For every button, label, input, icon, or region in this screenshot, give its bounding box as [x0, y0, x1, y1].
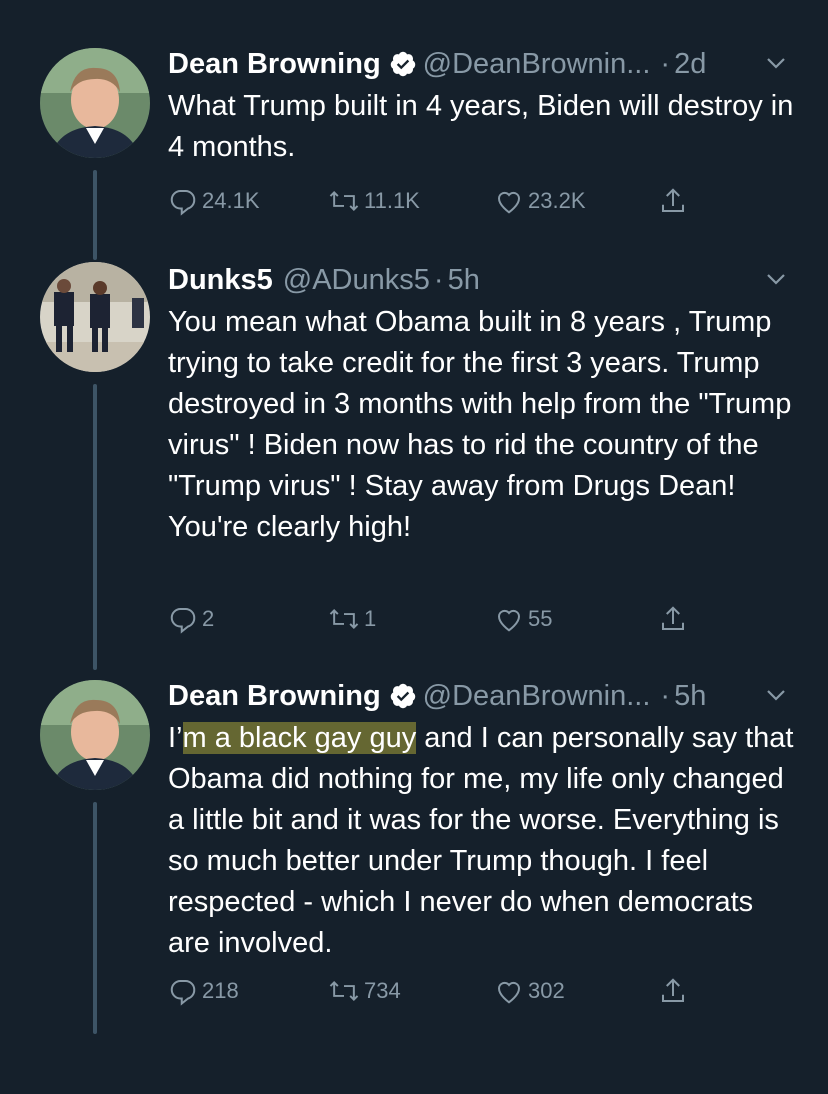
retweet-count: 1: [364, 606, 377, 631]
retweet-icon: [328, 186, 360, 216]
reply-button[interactable]: 24.1K: [168, 186, 260, 216]
text-segment: and I can personally say that Obama did …: [168, 722, 794, 959]
retweet-button[interactable]: 1: [328, 604, 376, 634]
reply-count: 218: [202, 978, 239, 1003]
handle[interactable]: @DeanBrownin...: [423, 680, 651, 713]
tweet-3[interactable]: Dean Browning @DeanBrownin... · 5h I’m a…: [0, 676, 828, 1094]
share-icon: [658, 186, 688, 216]
thread-line: [93, 802, 97, 1034]
separator: ·: [433, 263, 444, 296]
like-button[interactable]: 55: [494, 604, 552, 634]
display-name[interactable]: Dean Browning: [168, 680, 381, 713]
tweet-2[interactable]: Dunks5 @ADunks5 · 5h You mean what Obama…: [0, 260, 828, 670]
share-button[interactable]: [658, 604, 688, 634]
tweet-actions: 218 734 302: [168, 976, 708, 1016]
display-name[interactable]: Dean Browning: [168, 48, 381, 81]
tweet-text: I’m a black gay guy and I can personally…: [168, 718, 798, 964]
avatar[interactable]: [40, 262, 150, 372]
tweet-text: You mean what Obama built in 8 years , T…: [168, 306, 792, 543]
tweet-header: Dunks5 @ADunks5 · 5h: [168, 260, 788, 300]
tweet-1[interactable]: Dean Browning @DeanBrownin... · 2d What …: [0, 0, 828, 260]
reply-icon: [168, 976, 198, 1006]
retweet-count: 11.1K: [364, 188, 420, 213]
highlighted-text: m a black gay guy: [182, 722, 417, 754]
handle[interactable]: @ADunks5: [283, 264, 430, 297]
retweet-button[interactable]: 734: [328, 976, 401, 1006]
timestamp[interactable]: 5h: [674, 680, 706, 713]
tweet-actions: 2 1 55: [168, 604, 708, 644]
tweet-text: What Trump built in 4 years, Biden will …: [168, 90, 794, 163]
share-icon: [658, 604, 688, 634]
like-icon: [494, 976, 524, 1006]
share-button[interactable]: [658, 976, 688, 1006]
avatar[interactable]: [40, 48, 150, 158]
share-icon: [658, 976, 688, 1006]
text-segment: I’: [168, 722, 183, 754]
retweet-icon: [328, 604, 360, 634]
thread-line: [93, 170, 97, 260]
tweet-header: Dean Browning @DeanBrownin... · 5h: [168, 676, 788, 716]
like-button[interactable]: 302: [494, 976, 565, 1006]
avatar[interactable]: [40, 680, 150, 790]
reply-count: 24.1K: [202, 188, 260, 213]
reply-button[interactable]: 2: [168, 604, 214, 634]
thread-line: [93, 384, 97, 670]
timestamp[interactable]: 5h: [448, 264, 480, 297]
verified-icon: [389, 50, 417, 78]
retweet-button[interactable]: 11.1K: [328, 186, 420, 216]
like-icon: [494, 186, 524, 216]
timestamp[interactable]: 2d: [674, 48, 706, 81]
reply-count: 2: [202, 606, 215, 631]
like-count: 302: [528, 978, 565, 1003]
tweet-actions: 24.1K 11.1K 23.2K: [168, 186, 708, 226]
display-name[interactable]: Dunks5: [168, 264, 273, 297]
handle[interactable]: @DeanBrownin...: [423, 48, 651, 81]
share-button[interactable]: [658, 186, 688, 216]
like-count: 55: [528, 606, 553, 631]
separator: ·: [660, 47, 671, 80]
like-icon: [494, 604, 524, 634]
retweet-icon: [328, 976, 360, 1006]
tweet-header: Dean Browning @DeanBrownin... · 2d: [168, 44, 788, 84]
separator: ·: [660, 679, 671, 712]
like-count: 23.2K: [528, 188, 586, 213]
chevron-down-icon[interactable]: [764, 682, 788, 715]
verified-icon: [389, 682, 417, 710]
chevron-down-icon[interactable]: [764, 266, 788, 299]
retweet-count: 734: [364, 978, 401, 1003]
chevron-down-icon[interactable]: [764, 50, 788, 83]
reply-button[interactable]: 218: [168, 976, 239, 1006]
reply-icon: [168, 186, 198, 216]
like-button[interactable]: 23.2K: [494, 186, 586, 216]
reply-icon: [168, 604, 198, 634]
